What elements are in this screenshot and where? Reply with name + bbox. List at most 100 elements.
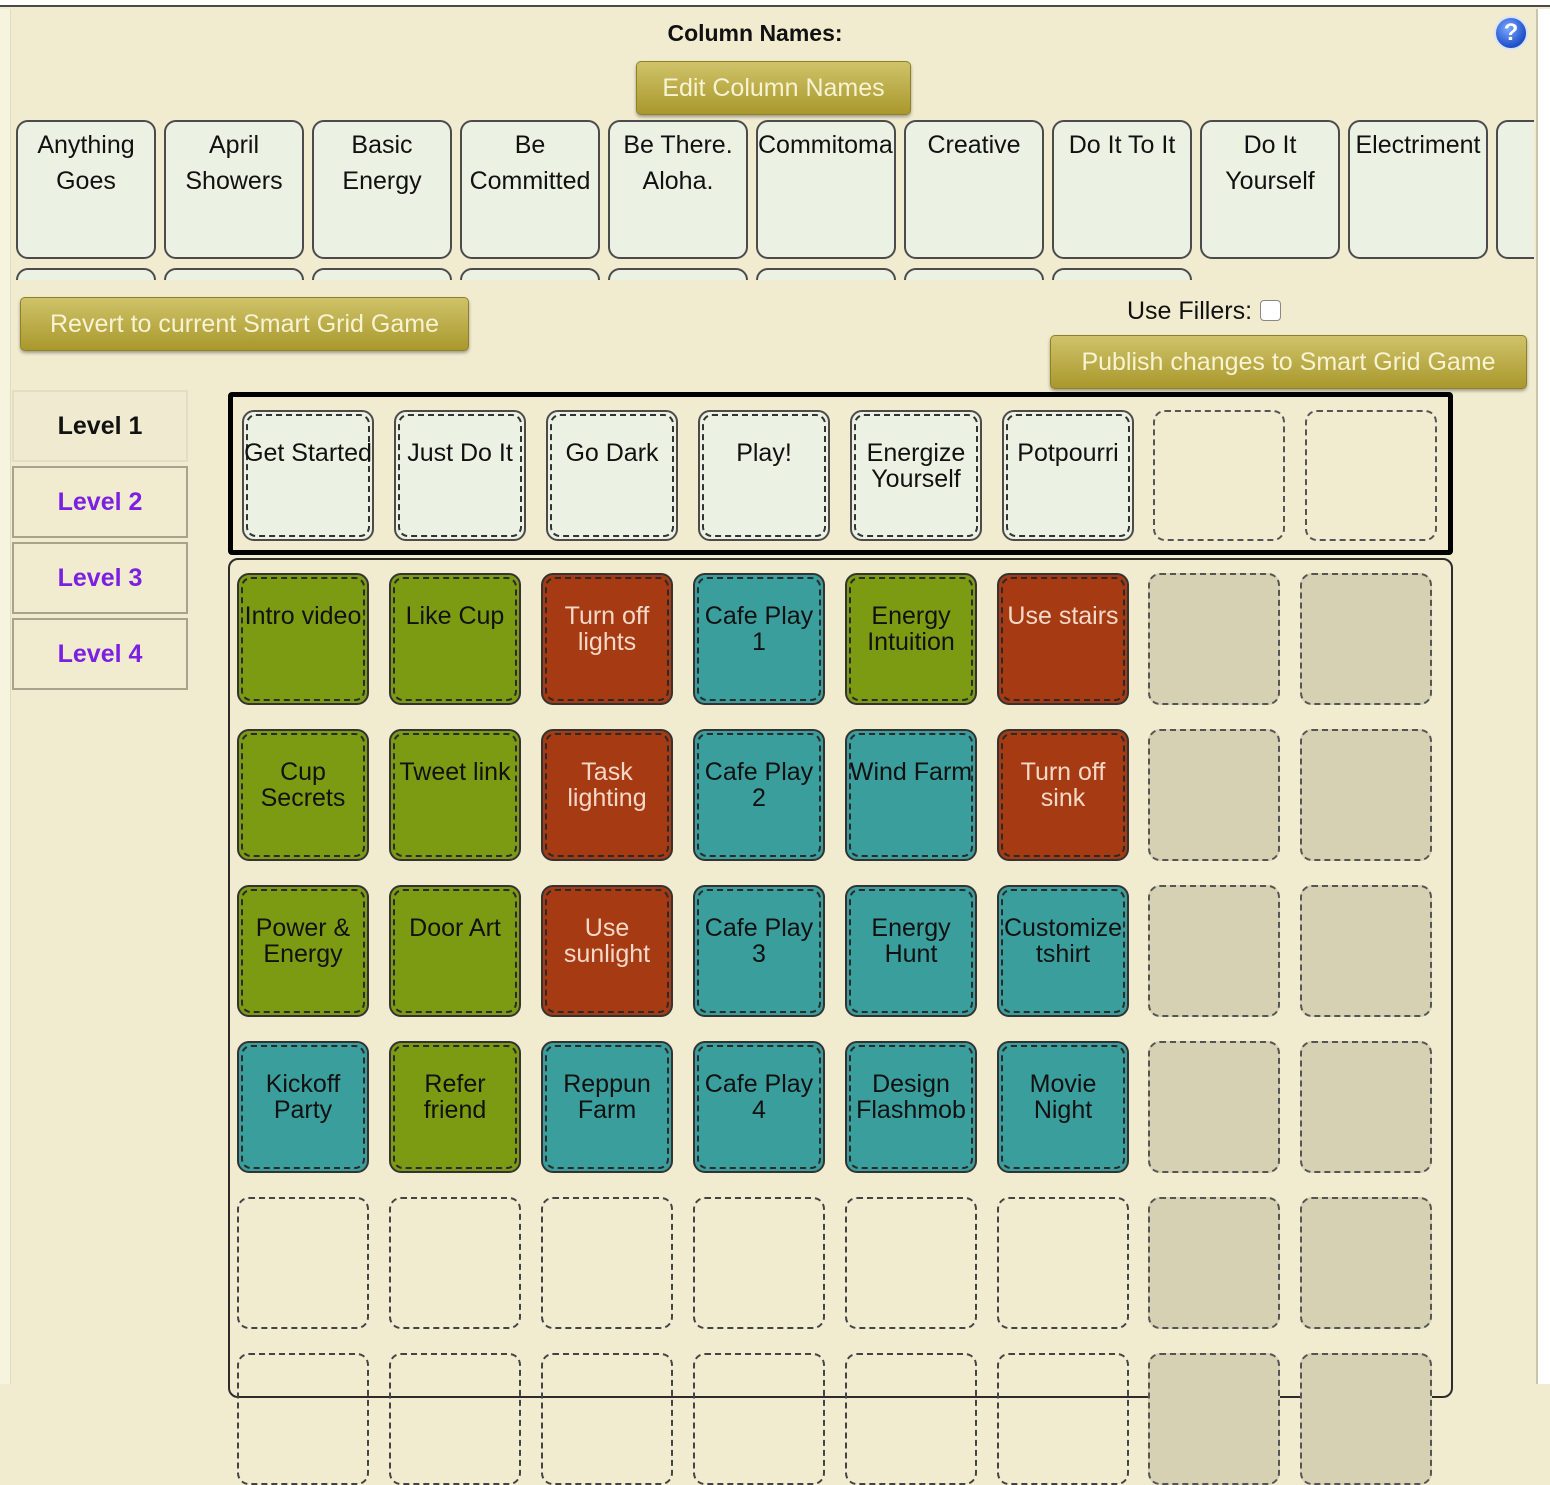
column-name-card[interactable] bbox=[460, 268, 600, 280]
grid-action-cell[interactable]: Turn off lights bbox=[541, 573, 673, 705]
column-name-label: Electriment bbox=[1355, 131, 1481, 159]
grid-empty-cell[interactable] bbox=[237, 1197, 369, 1329]
column-name-card[interactable] bbox=[608, 268, 748, 280]
publish-button[interactable]: Publish changes to Smart Grid Game bbox=[1050, 335, 1527, 389]
grid-action-cell[interactable]: Cafe Play 1 bbox=[693, 573, 825, 705]
grid-action-label: Cup Secrets bbox=[260, 758, 346, 812]
grid-empty-cell[interactable] bbox=[997, 1197, 1129, 1329]
grid-empty-cell[interactable] bbox=[541, 1353, 673, 1485]
grid-action-cell[interactable]: Refer friend bbox=[389, 1041, 521, 1173]
grid-empty-cell[interactable] bbox=[845, 1353, 977, 1485]
grid-column-header[interactable]: Go Dark bbox=[546, 410, 678, 541]
grid-empty-cell[interactable] bbox=[1148, 573, 1280, 705]
grid-action-cell[interactable]: Task lighting bbox=[541, 729, 673, 861]
grid-column-header[interactable]: Energize Yourself bbox=[850, 410, 982, 541]
column-name-card[interactable] bbox=[756, 268, 896, 280]
grid-action-cell[interactable]: Power & Energy bbox=[237, 885, 369, 1017]
column-name-card[interactable]: Be Committed bbox=[460, 120, 600, 259]
column-names-strip: Anything Goes April Showers Basic Energy Be… bbox=[16, 120, 1534, 280]
grid-action-cell[interactable]: Cafe Play 4 bbox=[693, 1041, 825, 1173]
column-name-card[interactable]: Do It To It bbox=[1052, 120, 1192, 259]
column-name-card[interactable]: Commitomania bbox=[756, 120, 896, 259]
grid-action-cell[interactable]: Energy Hunt bbox=[845, 885, 977, 1017]
column-name-card[interactable]: Be There. Aloha. bbox=[608, 120, 748, 259]
grid-empty-cell[interactable] bbox=[541, 1197, 673, 1329]
column-name-card[interactable] bbox=[312, 268, 452, 280]
grid-empty-cell[interactable] bbox=[1300, 1353, 1432, 1485]
column-name-label: Be There. Aloha. bbox=[623, 131, 733, 195]
column-name-card[interactable] bbox=[16, 268, 156, 280]
use-fillers-checkbox[interactable] bbox=[1260, 300, 1282, 321]
column-name-card[interactable]: En Y bbox=[1496, 120, 1534, 259]
column-name-card[interactable] bbox=[1052, 268, 1192, 280]
column-name-card[interactable]: Anything Goes bbox=[16, 120, 156, 259]
grid-action-label: Customize tshirt bbox=[1003, 914, 1123, 968]
grid-action-cell[interactable]: Door Art bbox=[389, 885, 521, 1017]
grid-empty-cell[interactable] bbox=[1300, 885, 1432, 1017]
column-name-card[interactable] bbox=[164, 268, 304, 280]
grid-column-header[interactable] bbox=[1153, 410, 1285, 541]
grid-empty-cell[interactable] bbox=[1300, 573, 1432, 705]
column-name-label: Creative bbox=[927, 131, 1021, 159]
grid-column-header[interactable]: Just Do It bbox=[394, 410, 526, 541]
grid-empty-cell[interactable] bbox=[693, 1353, 825, 1485]
level-tab-2[interactable]: Level 2 bbox=[12, 466, 188, 538]
level-tab-4[interactable]: Level 4 bbox=[12, 618, 188, 690]
column-name-card[interactable]: April Showers bbox=[164, 120, 304, 259]
grid-action-cell[interactable]: Design Flashmob bbox=[845, 1041, 977, 1173]
grid-empty-cell[interactable] bbox=[693, 1197, 825, 1329]
level-tab-3[interactable]: Level 3 bbox=[12, 542, 188, 614]
grid-action-cell[interactable]: Cafe Play 2 bbox=[693, 729, 825, 861]
grid-action-cell[interactable]: Use stairs bbox=[997, 573, 1129, 705]
grid-column-header[interactable] bbox=[1305, 410, 1437, 541]
grid-empty-cell[interactable] bbox=[237, 1353, 369, 1485]
grid-empty-cell[interactable] bbox=[1148, 1041, 1280, 1173]
grid-column-header-label: Play! bbox=[736, 439, 792, 467]
revert-button[interactable]: Revert to current Smart Grid Game bbox=[20, 297, 469, 351]
grid-action-label: Door Art bbox=[409, 914, 501, 942]
grid-empty-cell[interactable] bbox=[1148, 1197, 1280, 1329]
grid-empty-cell[interactable] bbox=[1300, 1197, 1432, 1329]
grid-action-cell[interactable]: Movie Night bbox=[997, 1041, 1129, 1173]
grid-column-header[interactable]: Get Started bbox=[242, 410, 374, 541]
level-tab-1[interactable]: Level 1 bbox=[12, 390, 188, 462]
use-fillers-label: Use Fillers: bbox=[1127, 297, 1253, 325]
grid-action-label: Use stairs bbox=[1007, 602, 1119, 630]
grid-action-cell[interactable]: Tweet link bbox=[389, 729, 521, 861]
grid-action-cell[interactable]: Turn off sink bbox=[997, 729, 1129, 861]
column-name-card[interactable] bbox=[904, 268, 1044, 280]
grid-action-label: Turn off lights bbox=[564, 602, 650, 656]
grid-empty-cell[interactable] bbox=[1148, 729, 1280, 861]
grid-empty-cell[interactable] bbox=[1148, 885, 1280, 1017]
column-name-card[interactable]: Creative bbox=[904, 120, 1044, 259]
grid-column-header[interactable]: Potpourri bbox=[1002, 410, 1134, 541]
grid-empty-cell[interactable] bbox=[389, 1353, 521, 1485]
grid-action-cell[interactable]: Reppun Farm bbox=[541, 1041, 673, 1173]
scrollbar-track[interactable] bbox=[1536, 9, 1550, 1384]
grid-action-label: Kickoff Party bbox=[265, 1070, 341, 1124]
edit-column-names-button[interactable]: Edit Column Names bbox=[636, 61, 911, 115]
grid-action-cell[interactable]: Kickoff Party bbox=[237, 1041, 369, 1173]
grid-action-cell[interactable]: Use sunlight bbox=[541, 885, 673, 1017]
grid-action-cell[interactable]: Intro video bbox=[237, 573, 369, 705]
grid-empty-cell[interactable] bbox=[997, 1353, 1129, 1485]
grid-column-header-label: Get Started bbox=[244, 439, 372, 467]
column-name-card[interactable]: Do It Yourself bbox=[1200, 120, 1340, 259]
grid-action-cell[interactable]: Like Cup bbox=[389, 573, 521, 705]
grid-empty-cell[interactable] bbox=[1300, 1041, 1432, 1173]
help-icon[interactable]: ? bbox=[1494, 16, 1528, 50]
grid-action-cell[interactable]: Cup Secrets bbox=[237, 729, 369, 861]
grid-empty-cell[interactable] bbox=[845, 1197, 977, 1329]
grid-action-label: Tweet link bbox=[399, 758, 511, 786]
grid-empty-cell[interactable] bbox=[1148, 1353, 1280, 1485]
grid-empty-cell[interactable] bbox=[1300, 729, 1432, 861]
grid-action-cell[interactable]: Cafe Play 3 bbox=[693, 885, 825, 1017]
grid-action-label: Energy Hunt bbox=[871, 914, 951, 968]
grid-action-cell[interactable]: Customize tshirt bbox=[997, 885, 1129, 1017]
grid-action-cell[interactable]: Wind Farm bbox=[845, 729, 977, 861]
column-name-card[interactable]: Electriment bbox=[1348, 120, 1488, 259]
grid-empty-cell[interactable] bbox=[389, 1197, 521, 1329]
column-name-card[interactable]: Basic Energy bbox=[312, 120, 452, 259]
grid-action-cell[interactable]: Energy Intuition bbox=[845, 573, 977, 705]
grid-column-header[interactable]: Play! bbox=[698, 410, 830, 541]
